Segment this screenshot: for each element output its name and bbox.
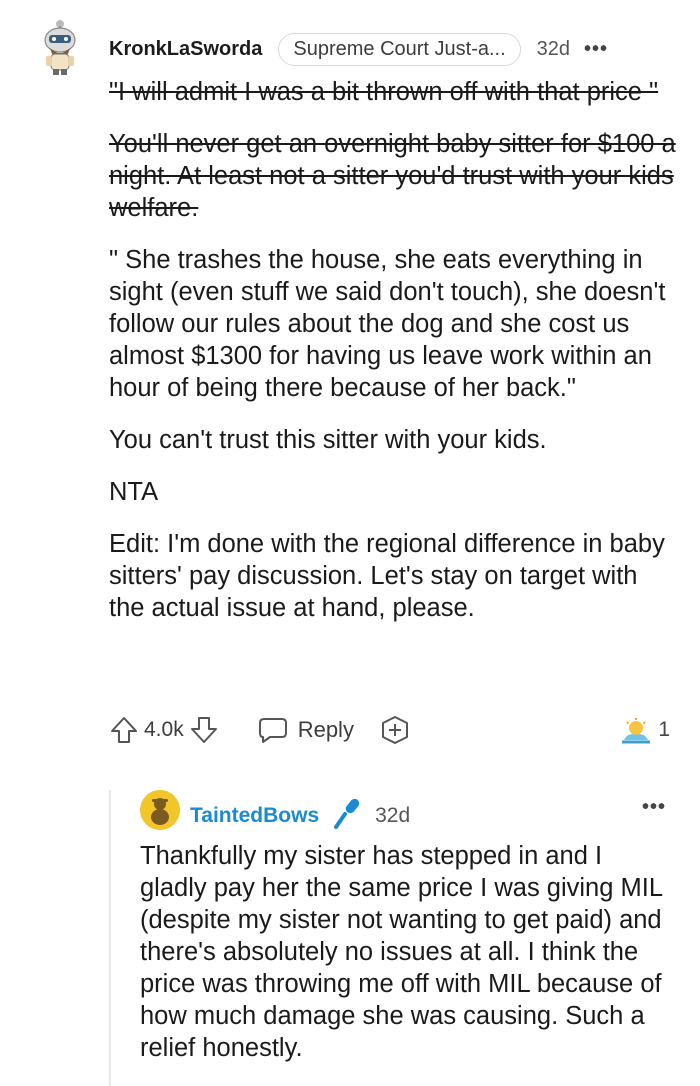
comment-paragraph: You'll never get an overnight baby sitte… (109, 130, 676, 222)
microphone-icon (333, 796, 363, 835)
downvote-icon (190, 717, 217, 743)
reply-button[interactable]: Reply (258, 716, 354, 744)
reply-user-avatar[interactable] (140, 790, 180, 830)
comment-paragraph: " She trashes the house, she eats everyt… (109, 246, 666, 402)
comment-timestamp: 32d (536, 37, 571, 60)
downvote-button[interactable] (190, 715, 218, 745)
vote-score: 4.0k (144, 718, 184, 741)
user-flair: Supreme Court Just-a... (278, 32, 521, 66)
awards-display[interactable]: 1 (620, 716, 670, 744)
comment-actions: 4.0k Reply 1 (110, 712, 670, 748)
comment-bubble-icon (258, 718, 287, 743)
upvote-button[interactable] (110, 715, 138, 745)
comment-paragraph: NTA (109, 478, 159, 506)
comment-username[interactable]: KronkLaSworda (109, 38, 262, 61)
comment-header: KronkLaSworda Supreme Court Just-a... 32… (109, 32, 680, 66)
more-icon[interactable]: ••• (584, 38, 608, 61)
reply-body: Thankfully my sister has stepped in and … (140, 840, 670, 1064)
user-avatar[interactable] (34, 18, 86, 76)
more-icon[interactable]: ••• (642, 796, 666, 819)
reply-text: Thankfully my sister has stepped in and … (140, 842, 663, 1062)
award-icon (622, 718, 651, 744)
comment-paragraph: "I will admit I was a bit thrown off wit… (109, 78, 659, 106)
reply-timestamp: 32d (375, 803, 411, 827)
add-award-icon (381, 716, 408, 744)
comment-paragraph: You can't trust this sitter with your ki… (109, 426, 547, 454)
award-count: 1 (658, 718, 670, 741)
give-award-button[interactable] (380, 715, 410, 745)
reply-header: TaintedBows 32d (190, 796, 410, 835)
upvote-icon (111, 717, 137, 743)
thread-line[interactable] (109, 790, 111, 1086)
comment-paragraph: Edit: I'm done with the regional differe… (109, 530, 665, 622)
reply-username[interactable]: TaintedBows (190, 804, 319, 828)
reply-label: Reply (297, 717, 354, 742)
comment-body: "I will admit I was a bit thrown off wit… (109, 76, 679, 644)
